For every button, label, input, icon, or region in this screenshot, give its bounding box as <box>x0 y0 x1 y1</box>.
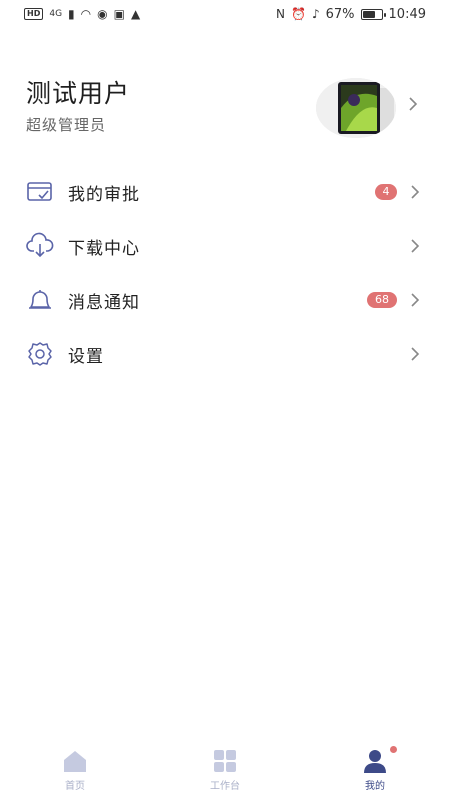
cloud-download-icon <box>26 232 54 258</box>
user-icon <box>364 750 386 773</box>
menu-item-settings[interactable]: 设置 <box>0 327 450 381</box>
avatar[interactable] <box>316 78 396 138</box>
battery-percent: 67% <box>325 6 355 22</box>
battery-icon <box>360 8 386 20</box>
bell-icon <box>29 290 51 309</box>
mute-icon: ♪ <box>311 7 320 21</box>
status-left: HD 4G ▮ ◠ ◉ ▣ ▲ <box>24 7 140 21</box>
app-notification-icon: ▣ <box>113 7 125 21</box>
warning-icon: ▲ <box>130 7 141 21</box>
menu-label-notifications: 消息通知 <box>68 292 140 313</box>
tab-workbench[interactable]: 工作台 <box>150 740 300 800</box>
menu-item-approvals[interactable]: 我的审批 4 <box>0 165 450 219</box>
chevron-right-icon <box>411 185 420 199</box>
home-icon <box>64 751 86 772</box>
hd-indicator: HD <box>24 8 44 20</box>
notifications-badge: 68 <box>367 292 397 308</box>
chevron-right-icon <box>411 347 420 361</box>
menu-label-settings: 设置 <box>68 346 104 367</box>
clock: 10:49 <box>388 6 426 22</box>
tab-workbench-label: 工作台 <box>210 781 240 792</box>
bottom-tab-bar: 首页 工作台 我的 <box>0 740 450 800</box>
tab-mine-label: 我的 <box>365 781 385 792</box>
avatar-image <box>316 78 396 138</box>
tab-home[interactable]: 首页 <box>0 740 150 800</box>
battery-fill <box>362 10 375 18</box>
grid-icon <box>214 750 236 772</box>
chevron-right-icon <box>411 239 420 253</box>
nfc-icon: Ν <box>276 7 285 21</box>
menu-item-download-center[interactable]: 下载中心 <box>0 219 450 273</box>
approval-icon <box>27 182 52 201</box>
gear-icon <box>28 342 52 366</box>
menu-label-download-center: 下载中心 <box>68 238 140 259</box>
profile-header[interactable]: 测试用户 超级管理员 <box>0 68 450 148</box>
alarm-icon: ⏰ <box>291 7 306 21</box>
menu-label-approvals: 我的审批 <box>68 184 140 205</box>
menu-list: 我的审批 4 下载中心 消息通知 68 设置 <box>0 165 450 381</box>
unread-dot <box>390 746 397 753</box>
approvals-badge: 4 <box>375 184 397 200</box>
wifi-icon: ◠ <box>80 7 92 21</box>
user-role: 超级管理员 <box>26 116 107 134</box>
chevron-right-icon <box>411 293 420 307</box>
network-type: 4G <box>49 9 63 19</box>
status-bar: HD 4G ▮ ◠ ◉ ▣ ▲ Ν ⏰ ♪ 67% 10:49 <box>0 0 450 28</box>
profile-chevron-icon <box>409 97 418 111</box>
signal-icon: ▮ <box>68 7 75 21</box>
menu-item-notifications[interactable]: 消息通知 68 <box>0 273 450 327</box>
eye-icon: ◉ <box>97 7 108 21</box>
tab-mine[interactable]: 我的 <box>300 740 450 800</box>
status-right: Ν ⏰ ♪ 67% 10:49 <box>276 7 426 22</box>
tab-home-label: 首页 <box>65 781 85 792</box>
user-name: 测试用户 <box>26 79 131 108</box>
